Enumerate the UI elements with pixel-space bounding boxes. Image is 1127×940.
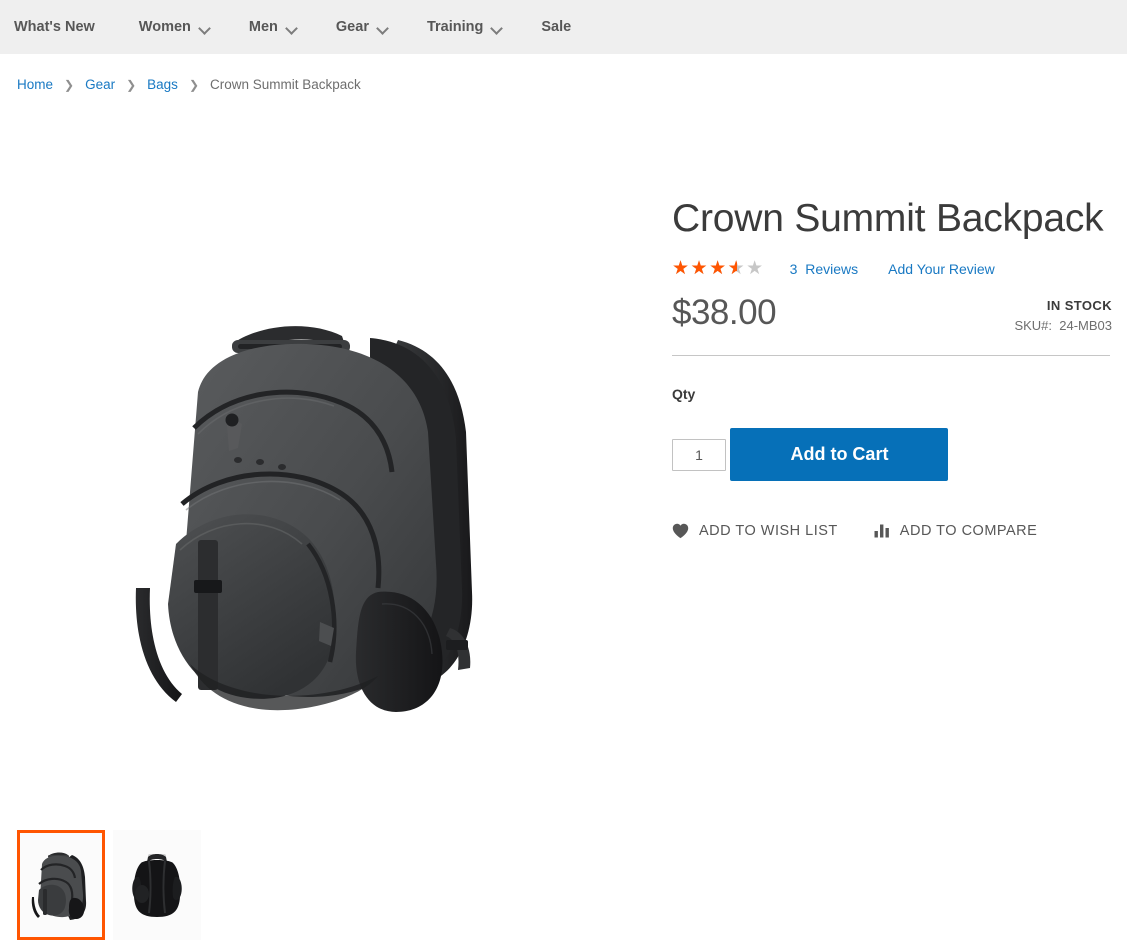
nav-item-label: Gear xyxy=(335,18,369,35)
reviews-label: Reviews xyxy=(805,260,859,277)
add-to-wishlist-label: ADD TO WISH LIST xyxy=(699,522,838,539)
chevron-down-icon xyxy=(492,23,503,34)
chevron-down-icon xyxy=(200,23,211,34)
product-rating: ★★★★★ ★★★★★ 3 Reviews Add Your Review xyxy=(672,258,1112,280)
price-stock-row: $38.00 IN STOCK SKU#: 24-MB03 xyxy=(672,295,1112,345)
backpack-back-thumbnail-icon xyxy=(132,854,182,917)
nav-item-label: Women xyxy=(138,18,191,35)
add-to-wishlist-link[interactable]: ADD TO WISH LIST xyxy=(672,523,838,539)
heart-icon xyxy=(672,523,689,539)
section-divider xyxy=(672,354,1110,356)
bar-chart-icon xyxy=(874,523,890,538)
breadcrumb-separator: ❯ xyxy=(126,77,137,92)
stock-block: IN STOCK SKU#: 24-MB03 xyxy=(1014,298,1112,333)
breadcrumb-item-bags[interactable]: Bags xyxy=(147,77,178,92)
quantity-label: Qty xyxy=(672,385,696,402)
add-to-compare-label: ADD TO COMPARE xyxy=(899,522,1038,539)
breadcrumb: Home ❯ Gear ❯ Bags ❯ Crown Summit Backpa… xyxy=(0,54,1127,92)
main-product-image[interactable] xyxy=(0,197,660,817)
add-to-cart-button[interactable]: Add to Cart xyxy=(730,427,949,481)
nav-item-label: What's New xyxy=(14,18,95,35)
add-to-compare-link[interactable]: ADD TO COMPARE xyxy=(874,523,1038,538)
breadcrumb-item-current: Crown Summit Backpack xyxy=(210,77,361,92)
rating-stars-filled: ★★★★★ xyxy=(672,259,737,279)
product-sku: SKU#: 24-MB03 xyxy=(1014,318,1112,333)
backpack-illustration xyxy=(135,326,473,712)
breadcrumb-item-home[interactable]: Home xyxy=(17,77,53,92)
secondary-actions: ADD TO WISH LIST ADD TO COMPARE xyxy=(672,523,1112,539)
nav-item-gear[interactable]: Gear xyxy=(336,0,405,54)
chevron-down-icon xyxy=(378,23,389,34)
sku-value: 24-MB03 xyxy=(1059,317,1112,333)
reviews-count: 3 xyxy=(789,260,798,277)
nav-item-men[interactable]: Men xyxy=(249,0,314,54)
quantity-input[interactable] xyxy=(672,438,726,471)
breadcrumb-item-gear[interactable]: Gear xyxy=(85,77,115,92)
backpack-front-thumbnail-icon xyxy=(31,852,87,920)
nav-item-label: Sale xyxy=(541,18,572,35)
product-info-panel: Crown Summit Backpack ★★★★★ ★★★★★ 3 Revi… xyxy=(672,197,1112,539)
chevron-down-icon xyxy=(287,23,298,34)
product-price: $38.00 xyxy=(672,292,777,332)
page-title: Crown Summit Backpack xyxy=(672,197,1104,240)
nav-item-training[interactable]: Training xyxy=(427,0,519,54)
product-gallery xyxy=(0,197,660,940)
nav-item-whats-new[interactable]: What's New xyxy=(14,0,111,54)
reviews-link[interactable]: 3 Reviews xyxy=(790,261,858,277)
nav-item-sale[interactable]: Sale xyxy=(541,0,587,54)
thumbnail-item-1[interactable] xyxy=(113,830,201,940)
breadcrumb-separator: ❯ xyxy=(64,77,75,92)
nav-item-label: Men xyxy=(248,18,278,35)
nav-item-women[interactable]: Women xyxy=(139,0,227,54)
sku-label: SKU#: xyxy=(1014,317,1053,333)
breadcrumb-separator: ❯ xyxy=(188,77,199,92)
rating-stars[interactable]: ★★★★★ ★★★★★ xyxy=(672,259,765,278)
add-your-review-link[interactable]: Add Your Review xyxy=(888,261,995,277)
main-navigation: What's New Women Men Gear Training Sale xyxy=(0,0,1127,54)
status-badge: IN STOCK xyxy=(1046,297,1112,313)
nav-item-label: Training xyxy=(426,18,484,35)
thumbnail-strip xyxy=(17,830,201,940)
thumbnail-item-0[interactable] xyxy=(17,830,105,940)
